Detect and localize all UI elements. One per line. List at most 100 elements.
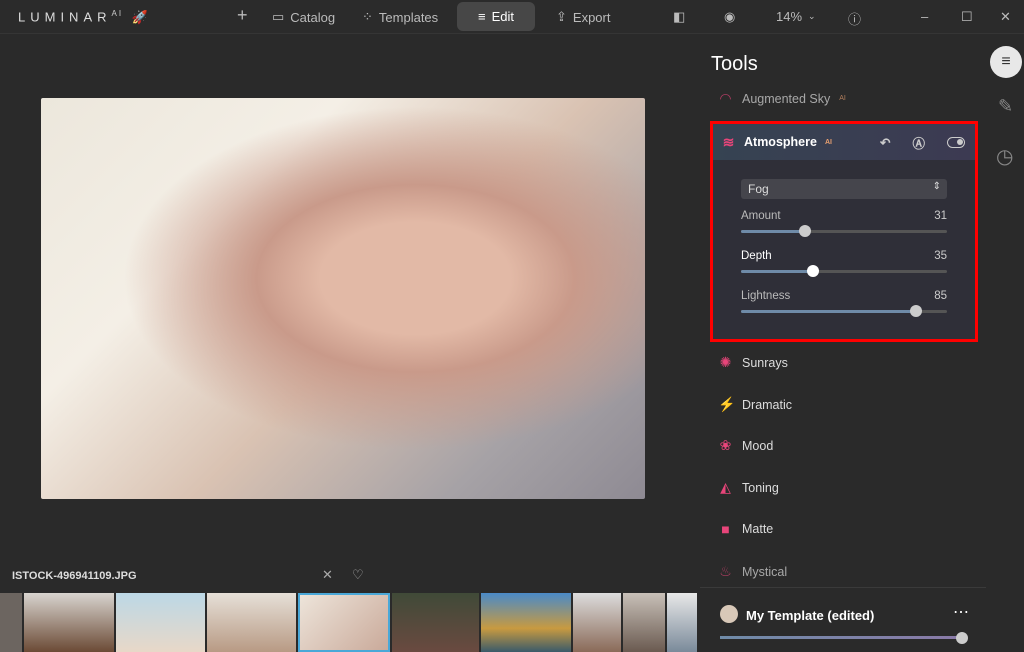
help-icon[interactable]: ⓘ (848, 9, 861, 28)
rainbow-icon: ◠ (719, 90, 732, 106)
slider-depth[interactable]: Depth 35 (741, 250, 947, 277)
photo-canvas[interactable] (41, 98, 645, 499)
more-icon[interactable]: ⋯ (953, 602, 969, 622)
eye-icon[interactable]: ◉ (724, 9, 735, 25)
add-button[interactable]: + (237, 5, 248, 26)
folder-icon: ▭ (272, 9, 285, 24)
slider-lightness[interactable]: Lightness 85 (741, 290, 947, 317)
brush-icon[interactable]: ✎ (998, 96, 1013, 117)
filmstrip (0, 593, 700, 652)
slider-knob[interactable] (956, 632, 968, 644)
tool-label: Matte (742, 522, 774, 536)
slider-value: 35 (934, 250, 947, 262)
thumbnail[interactable] (667, 593, 697, 652)
slider-label: Lightness (741, 290, 791, 302)
catalog-label: Catalog (290, 9, 336, 25)
share-icon: ⇪ (556, 9, 567, 24)
slider-amount[interactable]: Amount 31 (741, 210, 947, 237)
template-avatar (720, 605, 738, 623)
slider-knob[interactable] (798, 225, 811, 237)
logo-text: LUMINAR (18, 9, 112, 25)
slider-track[interactable] (741, 305, 947, 317)
zoom-dropdown[interactable]: 14% ⌄ (776, 9, 816, 24)
thumbnail[interactable] (573, 593, 621, 652)
slider-fill (741, 310, 917, 313)
sun-icon: ✺ (719, 354, 732, 370)
slider-label: Amount (741, 210, 781, 222)
close-button[interactable]: ✕ (1000, 9, 1011, 25)
tools-sliders-icon[interactable]: ≡ (990, 46, 1022, 78)
lotus-icon: ❀ (719, 437, 732, 453)
slider-value: 31 (934, 210, 947, 222)
slider-knob[interactable] (910, 305, 923, 317)
sparkle-icon: ⁘ (362, 9, 373, 24)
thumbnail[interactable] (481, 593, 571, 652)
templates-label: Templates (378, 9, 439, 25)
mystical-icon: ♨ (719, 563, 732, 579)
template-amount-slider[interactable] (720, 632, 968, 644)
tool-label: Toning (742, 480, 779, 495)
slider-track[interactable] (741, 265, 947, 277)
logo-sup: AI (111, 9, 124, 18)
history-clock-icon[interactable]: ◷ (996, 144, 1013, 169)
tool-label: Augmented Sky (742, 91, 831, 106)
visibility-toggle[interactable] (947, 136, 965, 148)
slider-knob[interactable] (807, 265, 820, 277)
atmosphere-header[interactable]: ≋ Atmosphere AI ↶ Ⓐ (713, 124, 975, 160)
slider-label: Depth (741, 250, 772, 262)
zoom-value: 14% (776, 9, 803, 24)
tool-mood[interactable]: ❀ Mood (718, 437, 774, 454)
reject-icon[interactable]: ✕ (322, 567, 333, 583)
thumbnail[interactable] (116, 593, 205, 652)
ai-badge: AI (824, 138, 832, 146)
sliders-icon: ≡ (478, 9, 486, 24)
bucket-icon: ◭ (720, 479, 731, 495)
ai-badge: AI (839, 95, 846, 102)
thumbnail[interactable] (24, 593, 114, 652)
atmosphere-panel: ≋ Atmosphere AI ↶ Ⓐ Fog ⇕ Amount 31 Depth 35 L… (710, 121, 978, 342)
template-name: My Template (edited) (746, 608, 875, 623)
tool-dramatic[interactable]: ⚡ Dramatic (718, 396, 792, 413)
tool-mystical[interactable]: ♨ Mystical (718, 563, 787, 580)
tool-matte[interactable]: ■ Matte (718, 521, 773, 537)
tool-sunrays[interactable]: ✺ Sunrays (718, 354, 788, 371)
app-logo: LUMINARAI 🚀 (18, 9, 153, 25)
heart-icon[interactable]: ♡ (352, 567, 364, 583)
thumbnail[interactable] (0, 593, 22, 652)
right-toolbar: ≡ ✎ ◷ (986, 36, 1024, 652)
mask-icon[interactable]: Ⓐ (912, 133, 925, 152)
compare-icon[interactable]: ◧ (673, 9, 685, 25)
rocket-icon: 🚀 (131, 9, 153, 25)
export-label: Export (572, 9, 611, 25)
mode-select[interactable]: Fog ⇕ (741, 179, 947, 199)
tool-augmented-sky[interactable]: ◠ Augmented Sky AI (718, 90, 846, 107)
minimize-button[interactable]: – (921, 9, 928, 24)
templates-tab[interactable]: ⁘ Templates (362, 9, 438, 25)
tools-title: Tools (711, 53, 758, 75)
maximize-button[interactable]: ☐ (961, 9, 973, 25)
chevron-down-icon: ⌄ (808, 11, 816, 21)
slider-fill (741, 230, 805, 233)
file-name: ISTOCK-496941109.JPG (12, 570, 137, 582)
tool-label: Mood (742, 438, 774, 453)
atmosphere-title: Atmosphere (744, 135, 817, 149)
slider-fill (741, 270, 814, 273)
updown-chevron-icon: ⇕ (932, 181, 941, 192)
tool-toning[interactable]: ◭ Toning (718, 479, 779, 496)
slider-track[interactable] (741, 225, 947, 237)
thumbnail[interactable] (392, 593, 479, 652)
mode-value: Fog (748, 182, 769, 196)
thumbnail-selected[interactable] (298, 593, 390, 652)
edit-tab[interactable]: ≡ Edit (457, 2, 535, 31)
export-tab[interactable]: ⇪ Export (556, 9, 610, 25)
edit-label: Edit (491, 9, 514, 24)
undo-icon[interactable]: ↶ (880, 135, 890, 150)
thumbnail[interactable] (207, 593, 296, 652)
square-icon: ■ (721, 521, 730, 537)
tool-label: Dramatic (742, 397, 793, 412)
thumbnail[interactable] (623, 593, 665, 652)
template-bar: My Template (edited) ⋯ (700, 587, 986, 652)
top-bar: LUMINARAI 🚀 + ▭ Catalog ⁘ Templates ≡ Edit … (0, 0, 1024, 34)
tool-label: Mystical (742, 564, 788, 579)
catalog-tab[interactable]: ▭ Catalog (272, 9, 335, 25)
